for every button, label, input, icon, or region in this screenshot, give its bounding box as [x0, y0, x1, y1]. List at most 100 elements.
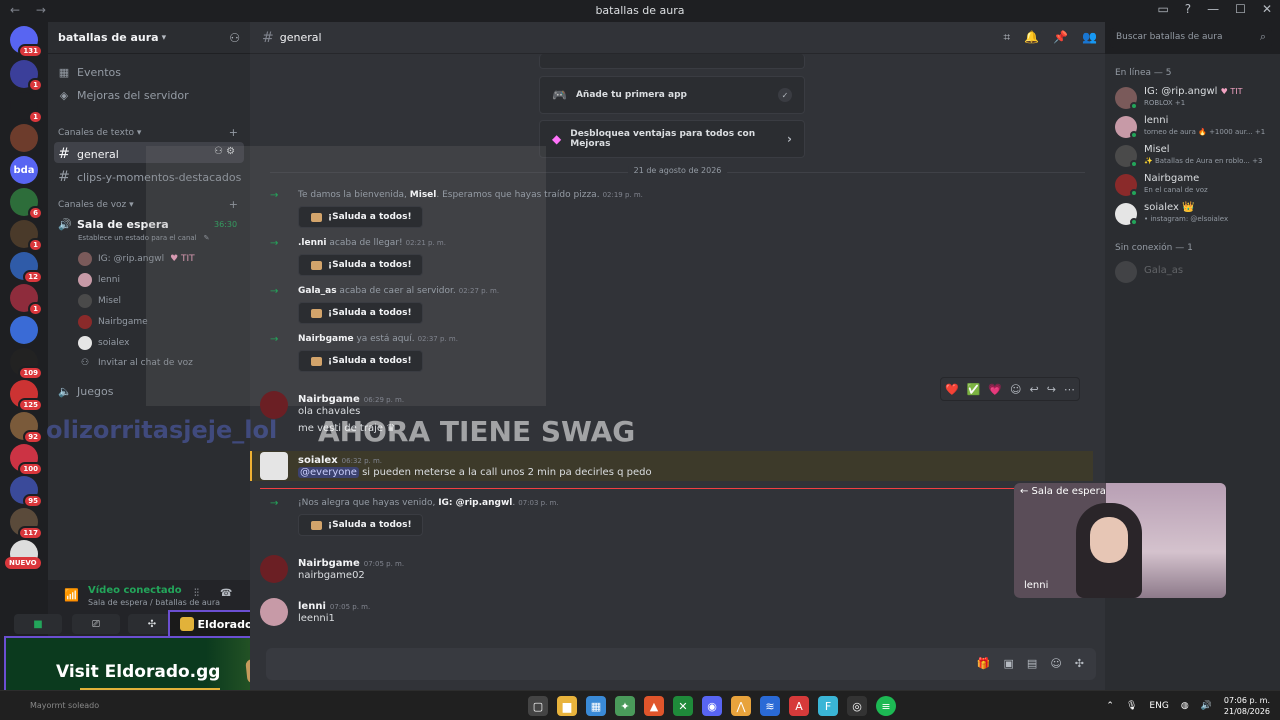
everyone-mention[interactable]: @everyone	[298, 467, 359, 478]
brave-icon[interactable]: ▲	[644, 696, 664, 716]
threads-icon[interactable]: ⌗	[1003, 30, 1010, 45]
server-icon[interactable]: 100	[10, 444, 43, 476]
video-popout[interactable]: ← Sala de espera lenni	[1014, 483, 1226, 598]
maximize-button[interactable]: ☐	[1235, 2, 1246, 16]
forward-icon[interactable]: ↪	[1047, 383, 1056, 396]
server-icon[interactable]: 95	[10, 476, 43, 508]
mic-icon[interactable]: 🎙	[1126, 701, 1137, 711]
text-category[interactable]: Canales de texto ▾	[58, 128, 141, 138]
avatar[interactable]	[260, 598, 288, 626]
server-header[interactable]: batallas de aura ▾ ⚇	[48, 22, 250, 54]
wave-button[interactable]: ¡Saluda a todos!	[298, 302, 423, 324]
add-member-icon[interactable]: ⚇	[229, 31, 240, 45]
server-icon[interactable]: 125	[10, 380, 43, 412]
voice-user[interactable]: soialex	[78, 336, 129, 350]
member-item[interactable]: Gala_as	[1115, 259, 1275, 287]
pin-icon[interactable]: 📌	[1053, 30, 1068, 45]
app-icon[interactable]: F	[818, 696, 838, 716]
heart-reaction[interactable]: ❤️	[945, 383, 959, 396]
disconnect-icon[interactable]: ☎	[220, 588, 232, 599]
wave-button[interactable]: ¡Saluda a todos!	[298, 206, 423, 228]
member-item[interactable]: lenni torneo de aura 🔥 +1000 aur... +1	[1115, 114, 1275, 142]
discord-icon[interactable]: ◉	[702, 696, 722, 716]
clock[interactable]: 07:06 p. m. 21/08/2026	[1224, 695, 1270, 717]
more-icon[interactable]: ⋯	[1064, 383, 1075, 396]
wave-button[interactable]: ¡Saluda a todos!	[298, 514, 423, 536]
voice-user[interactable]: Nairbgame	[78, 315, 148, 329]
server-icon[interactable]: 12	[10, 252, 43, 284]
camera-button[interactable]: ■	[14, 614, 62, 634]
server-icon[interactable]: 92	[10, 412, 43, 444]
username[interactable]: Nairbgame	[298, 394, 360, 405]
add-reaction-icon[interactable]: ☺	[1010, 383, 1021, 396]
voice-user[interactable]: Misel	[78, 294, 121, 308]
bell-icon[interactable]: 🔔	[1024, 30, 1039, 45]
reply-icon[interactable]: ↩	[1030, 383, 1039, 396]
channel-general[interactable]: # general	[58, 146, 119, 162]
close-button[interactable]: ✕	[1262, 2, 1272, 16]
username[interactable]: Nairbgame	[298, 558, 360, 569]
xbox-icon[interactable]: ✕	[673, 696, 693, 716]
weather-text[interactable]: Mayormt soleado	[30, 701, 99, 710]
wave-button[interactable]: ¡Saluda a todos!	[298, 254, 423, 276]
screen-share-button[interactable]: ⎚	[72, 614, 120, 634]
avatar[interactable]	[260, 452, 288, 480]
server-icon[interactable]: 1	[10, 92, 43, 124]
minimize-button[interactable]: —	[1207, 2, 1219, 16]
voice-user[interactable]: lenni	[78, 273, 120, 287]
gift-icon[interactable]: 🎁	[977, 657, 991, 670]
member-item[interactable]: Nairbgame En el canal de voz	[1115, 172, 1275, 200]
wave-button[interactable]: ¡Saluda a todos!	[298, 350, 423, 372]
username[interactable]: lenni	[298, 601, 326, 612]
search-input[interactable]: Buscar batallas de aura ⌕	[1110, 28, 1272, 48]
apps-icon[interactable]: ✣	[1075, 657, 1084, 670]
server-icon[interactable]: 1	[10, 60, 43, 92]
username[interactable]: soialex	[298, 455, 338, 466]
avatar[interactable]	[260, 555, 288, 583]
server-icon[interactable]: 6	[10, 188, 43, 220]
video-back-link[interactable]: ← Sala de espera	[1020, 486, 1106, 497]
check-reaction[interactable]: ✅	[967, 383, 981, 396]
folder-icon[interactable]: ▆	[557, 696, 577, 716]
language-indicator[interactable]: ENG	[1149, 701, 1168, 711]
chevron-up-icon[interactable]: ⌃	[1106, 701, 1114, 711]
emoji-icon[interactable]: ☺	[1050, 657, 1061, 670]
message-composer[interactable]: 🎁 ▣ ▤ ☺ ✣	[266, 648, 1096, 680]
server-icon[interactable]: bda	[10, 156, 38, 184]
gif-icon[interactable]: ▣	[1004, 657, 1014, 670]
voice-category[interactable]: Canales de voz ▾	[58, 200, 134, 210]
server-icon[interactable]: 117	[10, 508, 43, 540]
app-icon[interactable]: ≋	[760, 696, 780, 716]
member-item[interactable]: soialex 👑 • instagram: @elsoialex	[1115, 201, 1275, 229]
network-icon[interactable]: ◍	[1181, 701, 1189, 711]
members-icon[interactable]: 👥	[1082, 30, 1097, 45]
noise-icon[interactable]: ⫶⫶	[194, 588, 199, 599]
sidebar-item-games[interactable]: 🔈 Juegos	[58, 385, 113, 398]
avatar[interactable]	[260, 391, 288, 419]
app-icon[interactable]: ⋀	[731, 696, 751, 716]
server-icon[interactable]	[10, 316, 38, 344]
onboarding-card-app[interactable]: 🎮 Añade tu primera app ✓	[539, 76, 805, 114]
app-icon[interactable]: ✦	[615, 696, 635, 716]
sidebar-item-eventos[interactable]: ▦ Eventos	[58, 66, 121, 79]
taskview-icon[interactable]: ▢	[528, 696, 548, 716]
server-icon[interactable]: 131	[10, 26, 43, 58]
pink-heart-reaction[interactable]: 💗	[988, 383, 1002, 396]
add-channel-icon[interactable]: +	[229, 126, 238, 139]
sticker-icon[interactable]: ▤	[1027, 657, 1037, 670]
server-icon[interactable]: 1	[10, 284, 43, 316]
volume-icon[interactable]: 🔊	[1201, 701, 1212, 711]
member-item[interactable]: IG: @rip.angwl ♥ TIT ROBLOX +1	[1115, 85, 1275, 113]
github-icon[interactable]: ◎	[847, 696, 867, 716]
voice-connection-location[interactable]: Sala de espera / batallas de aura	[88, 598, 220, 607]
spotify-icon[interactable]: ≡	[876, 696, 896, 716]
app-icon[interactable]: A	[789, 696, 809, 716]
sidebar-item-boosts[interactable]: ◈ Mejoras del servidor	[58, 89, 189, 102]
onboarding-card-boost[interactable]: ◆ Desbloquea ventajas para todos con Mej…	[539, 120, 805, 158]
server-icon[interactable]: 109	[10, 348, 43, 380]
store-icon[interactable]: ▦	[586, 696, 606, 716]
member-item[interactable]: Misel ✨ Batallas de Aura en roblo... +3	[1115, 143, 1275, 171]
help-icon[interactable]: ?	[1185, 2, 1191, 16]
server-icon[interactable]	[10, 124, 38, 152]
inbox-icon[interactable]: ▭	[1157, 2, 1168, 16]
